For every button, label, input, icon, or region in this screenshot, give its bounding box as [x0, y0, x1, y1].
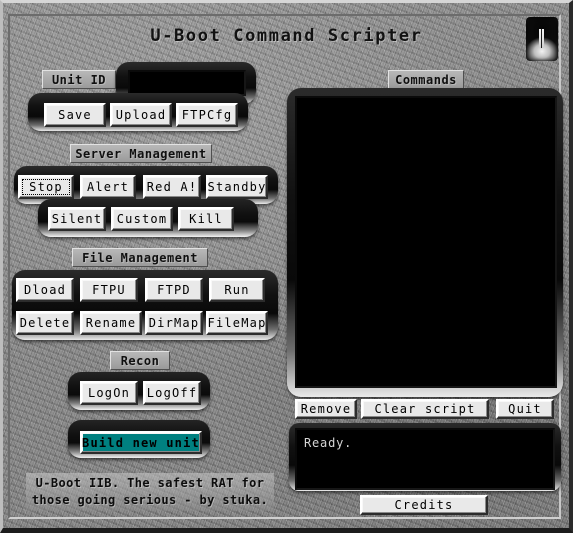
- recon-label: Recon: [110, 351, 170, 370]
- status-console: Ready.: [295, 428, 555, 490]
- commands-script-area[interactable]: [295, 96, 557, 388]
- delete-button[interactable]: Delete: [16, 311, 74, 335]
- ftpcfg-button[interactable]: FTPCfg: [176, 103, 238, 127]
- status-text: Ready.: [304, 436, 353, 450]
- kill-button[interactable]: Kill: [178, 207, 234, 231]
- upload-button[interactable]: Upload: [110, 103, 172, 127]
- ftpd-button[interactable]: FTPD: [145, 278, 203, 302]
- build-new-unit-button[interactable]: Build new unit: [80, 431, 202, 454]
- custom-button[interactable]: Custom: [111, 207, 173, 231]
- dirmap-button[interactable]: DirMap: [145, 311, 203, 335]
- filemap-button[interactable]: FileMap: [206, 311, 268, 335]
- server-management-label: Server Management: [70, 144, 212, 163]
- standby-button[interactable]: Standby: [206, 175, 268, 199]
- commands-script-text: [297, 98, 555, 110]
- quit-button[interactable]: Quit: [496, 399, 554, 419]
- silent-button[interactable]: Silent: [48, 207, 106, 231]
- run-button[interactable]: Run: [209, 278, 265, 302]
- red-alert-button[interactable]: Red A!: [143, 175, 201, 199]
- stop-button[interactable]: Stop: [18, 175, 74, 199]
- tagline-line-2: those going serious - by stuka.: [31, 493, 269, 507]
- page-title: U-Boot Command Scripter: [150, 26, 423, 46]
- logon-button[interactable]: LogOn: [80, 381, 138, 405]
- unit-id-label: Unit ID: [42, 70, 116, 89]
- alert-button[interactable]: Alert: [80, 175, 136, 199]
- rename-button[interactable]: Rename: [80, 311, 142, 335]
- tagline-line-1: U-Boot IIB. The safest RAT for: [35, 476, 265, 490]
- file-management-label: File Management: [72, 248, 208, 267]
- remove-button[interactable]: Remove: [295, 399, 357, 419]
- pause-indicator-icon: [526, 17, 558, 61]
- logoff-button[interactable]: LogOff: [143, 381, 201, 405]
- save-button[interactable]: Save: [44, 103, 106, 127]
- pause-indicator-slit: [541, 29, 542, 48]
- tagline: U-Boot IIB. The safest RAT for those goi…: [26, 473, 274, 511]
- commands-label: Commands: [388, 70, 464, 89]
- ftpu-button[interactable]: FTPU: [80, 278, 138, 302]
- app-window: U-Boot Command Scripter Unit ID Save Upl…: [0, 0, 573, 533]
- credits-button[interactable]: Credits: [360, 495, 488, 515]
- unit-id-input-value: [130, 72, 244, 84]
- clear-script-button[interactable]: Clear script: [361, 399, 489, 419]
- dload-button[interactable]: Dload: [16, 278, 74, 302]
